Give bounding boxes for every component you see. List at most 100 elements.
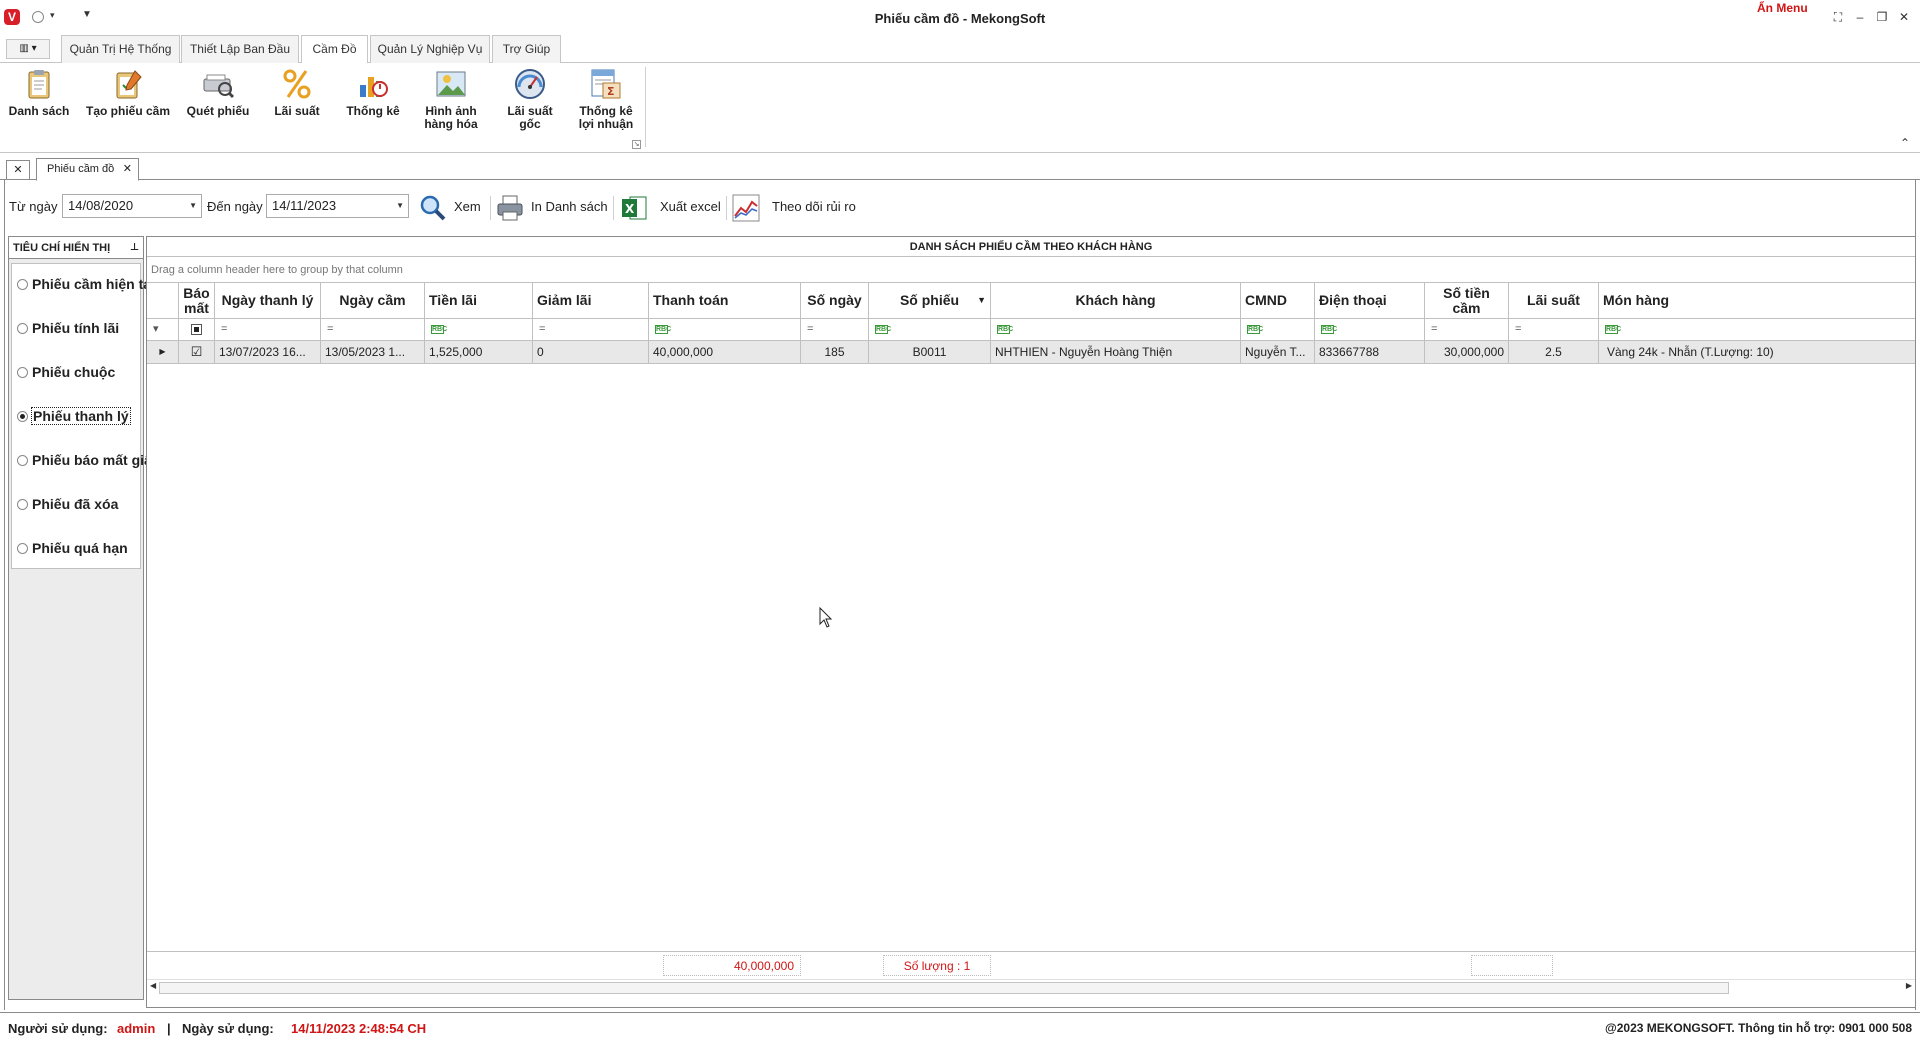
cell-khach-hang[interactable]: NHTHIEN - Nguyễn Hoàng Thiện bbox=[991, 341, 1241, 363]
cell-so-ngay[interactable]: 185 bbox=[801, 341, 869, 363]
cell-ngay-thanh-ly[interactable]: 13/07/2023 16... bbox=[215, 341, 321, 363]
col-lai-suat[interactable]: Lãi suất bbox=[1509, 283, 1599, 318]
clipboard-icon bbox=[22, 67, 56, 101]
cell-ngay-cam[interactable]: 13/05/2023 1... bbox=[321, 341, 425, 363]
filter-so-ngay[interactable]: = bbox=[801, 319, 869, 340]
criteria-header: TIÊU CHÍ HIỂN THỊ ⊥ bbox=[9, 237, 143, 259]
tab-tro-giup[interactable]: Trợ Giúp bbox=[492, 35, 561, 63]
radio-button[interactable] bbox=[17, 323, 28, 334]
group-by-panel[interactable]: Drag a column header here to group by th… bbox=[147, 257, 1915, 283]
hinh-anh-hang-hoa-button[interactable]: Hình ảnh hàng hóa bbox=[418, 67, 484, 131]
print-list-button[interactable]: In Danh sách bbox=[496, 192, 608, 222]
danh-sach-button[interactable]: Danh sách bbox=[6, 67, 72, 118]
magnifier-icon bbox=[419, 194, 447, 222]
filter-khach-hang[interactable]: RBC bbox=[991, 319, 1241, 340]
horizontal-scrollbar[interactable]: ◀ ▶ bbox=[147, 979, 1915, 996]
dropdown-arrow-icon[interactable]: ▼ bbox=[396, 195, 404, 217]
filter-ngay-thanh-ly[interactable]: = bbox=[215, 319, 321, 340]
col-bao-mat[interactable]: Báo mất bbox=[179, 283, 215, 318]
indeterminate-checkbox[interactable] bbox=[191, 323, 202, 335]
filter-giam-lai[interactable]: = bbox=[533, 319, 649, 340]
filter-bao-mat[interactable] bbox=[179, 319, 215, 340]
quet-phieu-button[interactable]: Quét phiếu bbox=[184, 67, 252, 118]
pin-icon[interactable]: ⊥ bbox=[130, 237, 139, 259]
col-dien-thoai[interactable]: Điện thoại bbox=[1315, 283, 1425, 318]
col-cmnd[interactable]: CMND bbox=[1241, 283, 1315, 318]
radio-label: Phiếu đã xóa bbox=[32, 496, 119, 512]
filter-so-tien-cam[interactable]: = bbox=[1425, 319, 1509, 340]
close-button[interactable]: ✕ bbox=[1896, 10, 1912, 24]
view-button[interactable]: Xem bbox=[419, 192, 485, 222]
scrollbar-thumb[interactable] bbox=[159, 982, 1729, 994]
cell-so-phieu[interactable]: B0011 bbox=[869, 341, 991, 363]
from-date-picker[interactable]: 14/08/2020 ▼ bbox=[62, 194, 202, 218]
radio-button[interactable] bbox=[17, 543, 28, 554]
tab-phieu-cam-do[interactable]: Phiếu cầm đồ ✕ bbox=[36, 158, 139, 181]
cell-so-tien-cam[interactable]: 30,000,000 bbox=[1425, 341, 1509, 363]
tab-cam-do[interactable]: Cầm Đồ bbox=[301, 35, 368, 64]
filter-tien-lai[interactable]: RBC bbox=[425, 319, 533, 340]
sort-desc-icon[interactable]: ▼ bbox=[977, 283, 986, 318]
fullscreen-icon[interactable]: ⛶ bbox=[1830, 10, 1846, 25]
grid-header-row: Báo mất Ngày thanh lý Ngày cầm Tiền lãi … bbox=[147, 283, 1915, 319]
copyright-text: @2023 MEKONGSOFT. Thông tin hỗ trợ: 0901… bbox=[1605, 1021, 1912, 1035]
filter-cmnd[interactable]: RBC bbox=[1241, 319, 1315, 340]
scroll-left-icon[interactable]: ◀ bbox=[150, 981, 156, 990]
export-excel-button[interactable]: X Xuất excel bbox=[620, 192, 721, 222]
close-all-tabs-icon[interactable]: ✕ bbox=[6, 160, 30, 180]
filter-ngay-cam[interactable]: = bbox=[321, 319, 425, 340]
radio-label: Phiếu báo mất giấy bbox=[32, 452, 160, 468]
scroll-right-icon[interactable]: ▶ bbox=[1906, 981, 1912, 990]
cell-thanh-toan[interactable]: 40,000,000 bbox=[649, 341, 801, 363]
radio-button[interactable] bbox=[17, 279, 28, 290]
lai-suat-button[interactable]: Lãi suất bbox=[268, 67, 326, 118]
app-menu-button[interactable]: ▥ ▾ bbox=[6, 39, 50, 59]
table-row[interactable]: ▶ ☑ 13/07/2023 16... 13/05/2023 1... 1,5… bbox=[147, 341, 1915, 364]
radio-button[interactable] bbox=[17, 455, 28, 466]
risk-tracking-button[interactable]: Theo dõi rủi ro bbox=[732, 192, 862, 222]
cell-bao-mat[interactable]: ☑ bbox=[179, 341, 215, 363]
checked-checkbox-icon[interactable]: ☑ bbox=[191, 344, 203, 359]
dropdown-arrow-icon[interactable]: ▼ bbox=[189, 195, 197, 217]
col-so-ngay[interactable]: Số ngày bbox=[801, 283, 869, 318]
filter-thanh-toan[interactable]: RBC bbox=[649, 319, 801, 340]
tab-quan-ly-nghiep-vu[interactable]: Quản Lý Nghiệp Vụ bbox=[370, 35, 490, 63]
thong-ke-button[interactable]: Thống kê bbox=[342, 67, 404, 118]
col-thanh-toan[interactable]: Thanh toán bbox=[649, 283, 801, 318]
filter-dien-thoai[interactable]: RBC bbox=[1315, 319, 1425, 340]
collapse-ribbon-icon[interactable]: ⌃ bbox=[1900, 136, 1910, 150]
col-ngay-cam[interactable]: Ngày cầm bbox=[321, 283, 425, 318]
col-khach-hang[interactable]: Khách hàng bbox=[991, 283, 1241, 318]
close-tab-icon[interactable]: ✕ bbox=[123, 159, 132, 179]
col-mon-hang[interactable]: Món hàng bbox=[1599, 283, 1915, 318]
minimize-button[interactable]: – bbox=[1852, 10, 1868, 24]
cell-mon-hang[interactable]: Vàng 24k - Nhẫn (T.Lượng: 10) bbox=[1599, 341, 1915, 363]
filter-lai-suat[interactable]: = bbox=[1509, 319, 1599, 340]
cell-lai-suat[interactable]: 2.5 bbox=[1509, 341, 1599, 363]
restore-button[interactable]: ❐ bbox=[1874, 10, 1890, 24]
cell-cmnd[interactable]: Nguyễn T... bbox=[1241, 341, 1315, 363]
col-so-tien-cam[interactable]: Số tiền cầm bbox=[1425, 283, 1509, 318]
hide-menu-link[interactable]: Ẩn Menu bbox=[1757, 1, 1808, 15]
cell-dien-thoai[interactable]: 833667788 bbox=[1315, 341, 1425, 363]
radio-button[interactable] bbox=[17, 499, 28, 510]
filter-so-phieu[interactable]: RBC bbox=[869, 319, 991, 340]
cell-giam-lai[interactable]: 0 bbox=[533, 341, 649, 363]
to-date-picker[interactable]: 14/11/2023 ▼ bbox=[266, 194, 409, 218]
tab-thiet-lap-ban-dau[interactable]: Thiết Lập Ban Đầu bbox=[181, 35, 299, 63]
group-launcher-icon[interactable]: ↘ bbox=[632, 140, 641, 149]
tab-quan-tri-he-thong[interactable]: Quản Trị Hệ Thống bbox=[61, 35, 180, 63]
col-giam-lai[interactable]: Giảm lãi bbox=[533, 283, 649, 318]
col-so-phieu[interactable]: Số phiếu ▼ bbox=[869, 283, 991, 318]
cell-tien-lai[interactable]: 1,525,000 bbox=[425, 341, 533, 363]
radio-label: Phiếu quá hạn bbox=[32, 540, 128, 556]
filter-mon-hang[interactable]: RBC bbox=[1599, 319, 1915, 340]
col-ngay-thanh-ly[interactable]: Ngày thanh lý bbox=[215, 283, 321, 318]
radio-button-selected[interactable] bbox=[17, 411, 28, 422]
thong-ke-loi-nhuan-button[interactable]: Σ Thống kê lợi nhuận bbox=[572, 67, 640, 131]
tao-phieu-cam-button[interactable]: Tạo phiếu cầm bbox=[84, 67, 172, 118]
lai-suat-goc-button[interactable]: Lãi suất gốc bbox=[498, 67, 562, 131]
col-tien-lai[interactable]: Tiền lãi bbox=[425, 283, 533, 318]
col-so-tien-cam-l2: cầm bbox=[1452, 300, 1481, 316]
radio-button[interactable] bbox=[17, 367, 28, 378]
